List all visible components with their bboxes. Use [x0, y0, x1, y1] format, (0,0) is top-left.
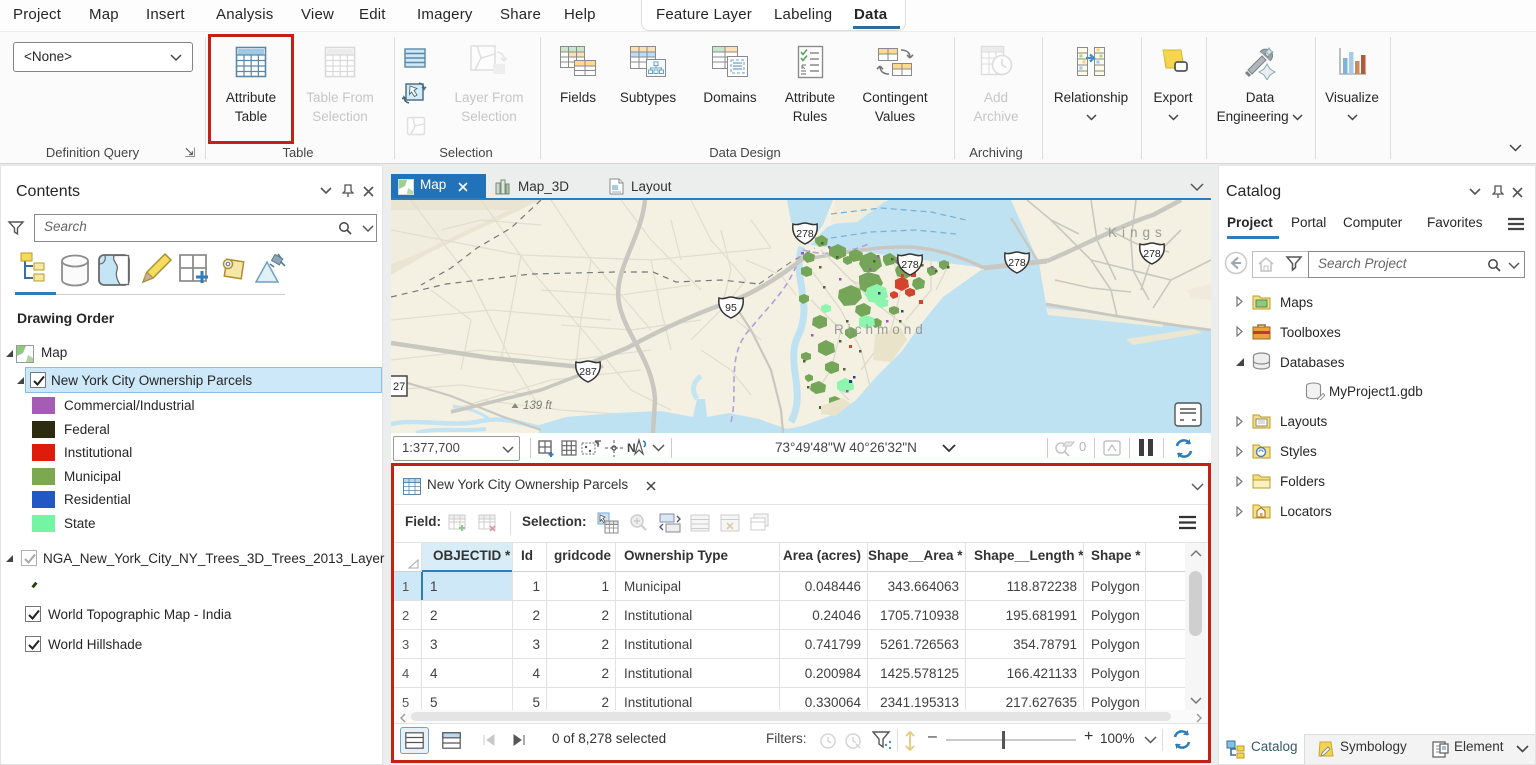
svg-text:287: 287	[579, 366, 597, 378]
svg-text:278: 278	[1008, 257, 1026, 269]
svg-text:278: 278	[901, 259, 919, 271]
svg-text:27: 27	[393, 381, 405, 393]
svg-text:95: 95	[725, 302, 737, 314]
svg-text:139 ft: 139 ft	[523, 400, 553, 412]
svg-text:N: N	[627, 441, 636, 455]
svg-text:278: 278	[1143, 248, 1161, 260]
svg-text:Richmond: Richmond	[834, 322, 927, 337]
svg-text:278: 278	[796, 228, 814, 240]
svg-text:Kings: Kings	[1108, 225, 1167, 240]
